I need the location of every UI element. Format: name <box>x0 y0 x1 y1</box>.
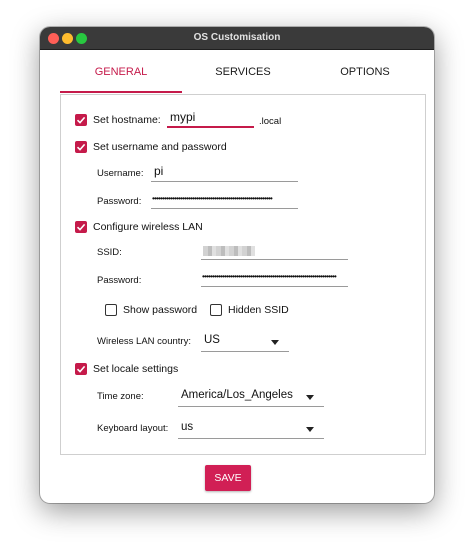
hostname-suffix: .local <box>259 116 282 127</box>
ssid-input[interactable] <box>201 243 348 260</box>
wifi-label: Configure wireless LAN <box>93 221 203 233</box>
tab-general[interactable]: GENERAL <box>60 51 182 93</box>
wifi-country-select[interactable]: US <box>201 331 289 352</box>
save-button[interactable]: SAVE <box>205 465 251 491</box>
locale-label: Set locale settings <box>93 363 179 375</box>
hostname-checkbox[interactable] <box>75 114 87 126</box>
hidden-ssid-checkbox[interactable] <box>210 304 222 316</box>
user-password-label: Password: <box>97 196 142 207</box>
wifi-country-label: Wireless LAN country: <box>97 336 191 347</box>
check-icon <box>76 223 86 231</box>
wifi-password-value: ••••••••••••••••••••••••••••••••••••••••… <box>202 272 337 281</box>
hidden-ssid-label: Hidden SSID <box>228 304 289 316</box>
show-password-checkbox[interactable] <box>105 304 117 316</box>
username-input[interactable]: pi <box>151 164 298 182</box>
hostname-value: mypi <box>170 110 196 124</box>
chevron-down-icon <box>306 395 314 400</box>
wifi-checkbox[interactable] <box>75 221 87 233</box>
timezone-label: Time zone: <box>97 391 144 402</box>
show-password-label: Show password <box>123 304 198 316</box>
timezone-select[interactable]: America/Los_Angeles <box>178 386 324 407</box>
user-password-input[interactable]: ••••••••••••••••••••••••••••••••••••••••… <box>151 192 298 209</box>
general-panel: Set hostname: mypi .local Set username a… <box>60 94 426 455</box>
check-icon <box>76 143 86 151</box>
locale-checkbox[interactable] <box>75 363 87 375</box>
user-password-value: ••••••••••••••••••••••••••••••••••••••••… <box>152 194 273 203</box>
hostname-label: Set hostname: <box>93 114 161 126</box>
check-icon <box>76 365 86 373</box>
timezone-value: America/Los_Angeles <box>181 389 293 401</box>
user-checkbox[interactable] <box>75 141 87 153</box>
keyboard-value: us <box>181 421 194 433</box>
window-title: OS Customisation <box>193 32 281 43</box>
check-icon <box>76 116 86 124</box>
wifi-password-input[interactable]: ••••••••••••••••••••••••••••••••••••••••… <box>201 270 348 287</box>
keyboard-label: Keyboard layout: <box>97 423 169 434</box>
wifi-password-label: Password: <box>97 275 142 286</box>
os-customisation-window: OS Customisation GENERAL SERVICES OPTION… <box>40 27 434 503</box>
hostname-input[interactable]: mypi <box>167 110 254 128</box>
tab-options[interactable]: OPTIONS <box>304 51 426 91</box>
username-label: Username: <box>97 168 144 179</box>
chevron-down-icon <box>306 427 314 432</box>
tab-services[interactable]: SERVICES <box>182 51 304 91</box>
keyboard-select[interactable]: us <box>178 418 324 439</box>
username-value: pi <box>154 164 164 178</box>
chevron-down-icon <box>271 340 279 345</box>
wifi-country-value: US <box>204 334 220 346</box>
ssid-label: SSID: <box>97 247 122 258</box>
user-label: Set username and password <box>93 141 227 153</box>
tab-bar: GENERAL SERVICES OPTIONS <box>60 51 426 93</box>
ssid-redacted-value <box>203 246 255 256</box>
title-bar: OS Customisation <box>40 27 434 50</box>
